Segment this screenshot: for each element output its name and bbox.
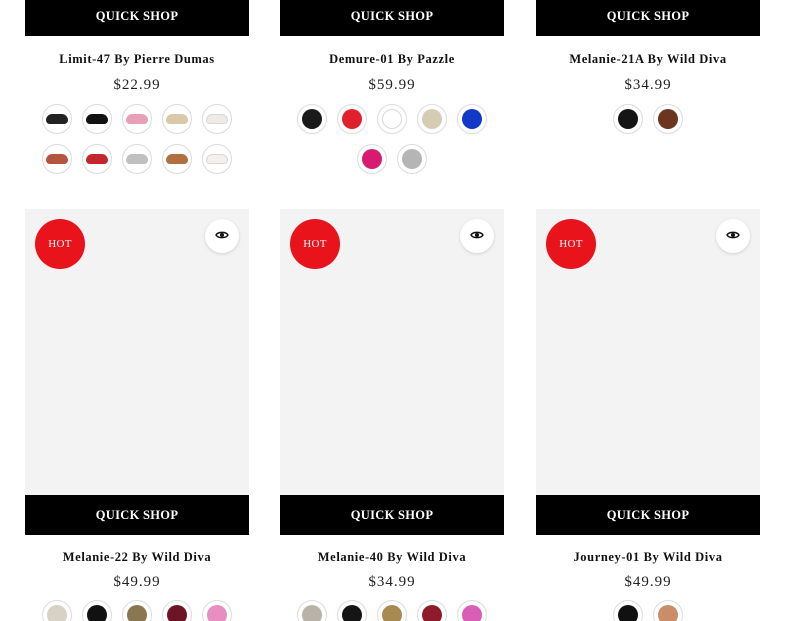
color-swatch[interactable] bbox=[122, 144, 152, 174]
color-swatch[interactable] bbox=[397, 144, 427, 174]
color-swatch[interactable] bbox=[457, 600, 487, 621]
color-swatch[interactable] bbox=[202, 600, 232, 621]
product-price: $59.99 bbox=[368, 77, 416, 93]
quick-view-button[interactable] bbox=[205, 219, 239, 253]
product-title[interactable]: Melanie-21A By Wild Diva bbox=[536, 52, 760, 67]
color-swatch[interactable] bbox=[42, 144, 72, 174]
color-swatch[interactable] bbox=[122, 600, 152, 621]
color-swatch[interactable] bbox=[653, 104, 683, 134]
color-swatches bbox=[25, 104, 249, 174]
swatch-color-chip bbox=[658, 109, 678, 129]
color-swatches bbox=[536, 104, 760, 134]
swatch-color-chip bbox=[87, 605, 107, 621]
color-swatches bbox=[536, 600, 760, 621]
color-swatch[interactable] bbox=[417, 104, 447, 134]
quick-shop-button[interactable]: QUICK SHOP bbox=[25, 0, 249, 36]
swatch-color-chip bbox=[422, 605, 442, 621]
swatch-color-chip bbox=[422, 109, 442, 129]
swatch-color-chip bbox=[47, 605, 67, 621]
product-title[interactable]: Demure-01 By Pazzle bbox=[280, 52, 504, 67]
quick-shop-button[interactable]: QUICK SHOP bbox=[536, 0, 760, 36]
swatch-color-chip bbox=[462, 109, 482, 129]
hot-badge: HOT bbox=[290, 219, 340, 269]
swatch-color-chip bbox=[126, 114, 148, 124]
color-swatches bbox=[280, 104, 504, 174]
quick-view-button[interactable] bbox=[460, 219, 494, 253]
swatch-color-chip bbox=[207, 605, 227, 621]
color-swatch[interactable] bbox=[202, 144, 232, 174]
quick-view-button[interactable] bbox=[716, 219, 750, 253]
color-swatch[interactable] bbox=[162, 104, 192, 134]
swatch-color-chip bbox=[46, 114, 68, 124]
swatch-color-chip bbox=[126, 154, 148, 164]
color-swatch[interactable] bbox=[82, 144, 112, 174]
color-swatches bbox=[25, 600, 249, 621]
swatch-color-chip bbox=[402, 149, 422, 169]
color-swatch[interactable] bbox=[297, 104, 327, 134]
swatch-color-chip bbox=[206, 154, 228, 164]
product-price: $34.99 bbox=[368, 574, 416, 590]
hot-badge: HOT bbox=[35, 219, 85, 269]
swatch-color-chip bbox=[302, 605, 322, 621]
color-swatch[interactable] bbox=[162, 600, 192, 621]
product-title[interactable]: Melanie-22 By Wild Diva bbox=[25, 550, 249, 565]
quick-shop-button[interactable]: QUICK SHOP bbox=[25, 495, 249, 535]
swatch-color-chip bbox=[382, 605, 402, 621]
color-swatch[interactable] bbox=[377, 104, 407, 134]
swatch-color-chip bbox=[127, 605, 147, 621]
product-title[interactable]: Journey-01 By Wild Diva bbox=[536, 550, 760, 565]
swatch-color-chip bbox=[166, 114, 188, 124]
color-swatch[interactable] bbox=[82, 104, 112, 134]
swatch-color-chip bbox=[618, 109, 638, 129]
swatch-color-chip bbox=[86, 154, 108, 164]
swatch-color-chip bbox=[302, 109, 322, 129]
swatch-color-chip bbox=[46, 154, 68, 164]
swatch-color-chip bbox=[618, 605, 638, 621]
product-title[interactable]: Melanie-40 By Wild Diva bbox=[280, 550, 504, 565]
swatch-color-chip bbox=[86, 114, 108, 124]
product-price: $34.99 bbox=[624, 77, 672, 93]
quick-shop-button[interactable]: QUICK SHOP bbox=[280, 0, 504, 36]
color-swatch[interactable] bbox=[162, 144, 192, 174]
color-swatch[interactable] bbox=[613, 104, 643, 134]
swatch-color-chip bbox=[362, 149, 382, 169]
color-swatch[interactable] bbox=[337, 104, 367, 134]
color-swatch[interactable] bbox=[42, 104, 72, 134]
color-swatch[interactable] bbox=[337, 600, 367, 621]
color-swatch[interactable] bbox=[613, 600, 643, 621]
product-title[interactable]: Limit-47 By Pierre Dumas bbox=[25, 52, 249, 67]
color-swatch[interactable] bbox=[297, 600, 327, 621]
color-swatch[interactable] bbox=[417, 600, 447, 621]
color-swatch[interactable] bbox=[377, 600, 407, 621]
swatch-color-chip bbox=[166, 154, 188, 164]
swatch-color-chip bbox=[206, 114, 228, 124]
eye-icon bbox=[470, 227, 484, 245]
product-price: $22.99 bbox=[113, 77, 161, 93]
product-price: $49.99 bbox=[113, 574, 161, 590]
quick-shop-button[interactable]: QUICK SHOP bbox=[536, 495, 760, 535]
swatch-color-chip bbox=[342, 109, 362, 129]
color-swatch[interactable] bbox=[42, 600, 72, 621]
hot-badge: HOT bbox=[546, 219, 596, 269]
color-swatch[interactable] bbox=[122, 104, 152, 134]
product-price: $49.99 bbox=[624, 574, 672, 590]
color-swatch[interactable] bbox=[82, 600, 112, 621]
swatch-color-chip bbox=[167, 605, 187, 621]
swatch-color-chip bbox=[382, 109, 402, 129]
color-swatch[interactable] bbox=[202, 104, 232, 134]
color-swatches bbox=[280, 600, 504, 621]
color-swatch[interactable] bbox=[457, 104, 487, 134]
color-swatch[interactable] bbox=[357, 144, 387, 174]
swatch-color-chip bbox=[658, 605, 678, 621]
swatch-color-chip bbox=[342, 605, 362, 621]
color-swatch[interactable] bbox=[653, 600, 683, 621]
quick-shop-button[interactable]: QUICK SHOP bbox=[280, 495, 504, 535]
eye-icon bbox=[726, 227, 740, 245]
swatch-color-chip bbox=[462, 605, 482, 621]
eye-icon bbox=[215, 227, 229, 245]
